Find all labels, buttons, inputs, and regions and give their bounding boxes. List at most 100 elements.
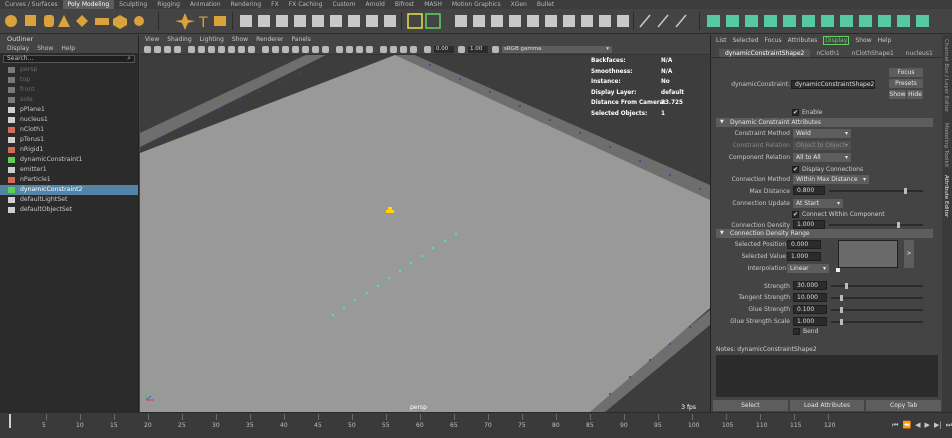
hide-button[interactable]: Hide xyxy=(907,90,923,99)
outliner-menu-display[interactable]: Display xyxy=(7,44,29,53)
resolution-gate-icon[interactable] xyxy=(208,46,215,53)
slider-knob[interactable] xyxy=(904,188,907,194)
node-name-field[interactable]: dynamicConstraintShape2 xyxy=(791,80,875,89)
ae-menu-focus[interactable]: Focus xyxy=(765,35,782,46)
screen-space-ao-icon[interactable] xyxy=(336,46,343,53)
outliner-item[interactable]: front xyxy=(0,85,138,95)
connection-density-field[interactable]: 1.000 xyxy=(793,220,825,229)
viewport-menu-renderer[interactable]: Renderer xyxy=(256,35,283,44)
step-back-key-icon[interactable]: ⏪ xyxy=(902,421,911,431)
viewport-menu-shading[interactable]: Shading xyxy=(167,35,191,44)
show-button[interactable]: Show xyxy=(889,90,906,99)
outliner-menu-help[interactable]: Help xyxy=(61,44,75,53)
constraint-relation-dropdown[interactable]: Object to Object xyxy=(793,141,851,150)
outliner-item[interactable]: nCloth1 xyxy=(0,125,138,135)
section-connection-density-range[interactable]: Connection Density Range xyxy=(716,229,933,238)
outliner-item[interactable]: nucleus1 xyxy=(0,115,138,125)
ramp-expand-button[interactable]: > xyxy=(904,240,914,268)
play-forward-icon[interactable]: ▶ xyxy=(925,421,930,431)
outliner-item[interactable]: nParticle1 xyxy=(0,175,138,185)
bend-checkbox[interactable] xyxy=(793,328,800,335)
outliner-menu-show[interactable]: Show xyxy=(37,44,53,53)
grid-icon[interactable] xyxy=(188,46,195,53)
outliner-search-input[interactable]: Search... ⌕ xyxy=(3,54,135,63)
outliner-item[interactable]: nRigid1 xyxy=(0,145,138,155)
tab-modeling-toolkit[interactable]: Modeling Toolkit xyxy=(943,123,949,167)
connection-update-dropdown[interactable]: At Start xyxy=(793,199,843,208)
tab-channel-box[interactable]: Channel Box / Layer Editor xyxy=(943,39,949,112)
step-back-frame-icon[interactable]: ◀ xyxy=(915,421,920,431)
strength-field[interactable]: 30.000 xyxy=(793,281,827,290)
ae-menu-help[interactable]: Help xyxy=(878,35,892,46)
exposure-field[interactable]: 0.00 xyxy=(434,46,454,53)
safe-action-icon[interactable] xyxy=(238,46,245,53)
go-to-start-icon[interactable]: ⏮ xyxy=(892,421,898,431)
outliner-item[interactable]: top xyxy=(0,75,138,85)
tab-ncloth[interactable]: nCloth1 xyxy=(810,49,845,57)
shelf-tab-arnold[interactable]: Arnold xyxy=(360,0,389,9)
shadows-icon[interactable] xyxy=(322,46,329,53)
use-lights-icon[interactable] xyxy=(312,46,319,53)
bookmarks-icon[interactable] xyxy=(164,46,171,53)
ramp-handle[interactable] xyxy=(836,268,840,272)
shelf-tab-animation[interactable]: Animation xyxy=(185,0,226,9)
step-forward-frame-icon[interactable]: ▶| xyxy=(934,421,942,431)
time-slider[interactable]: 5 10 15 20 25 30 35 40 45 50 55 60 65 70 75 80 85 90 95 100… xyxy=(0,412,952,438)
camera-attributes-icon[interactable] xyxy=(154,46,161,53)
connect-within-component-checkbox[interactable]: ✔ xyxy=(792,211,799,218)
search-icon[interactable]: ⌕ xyxy=(127,54,131,63)
safe-title-icon[interactable] xyxy=(248,46,255,53)
outliner-item[interactable]: defaultObjectSet xyxy=(0,205,138,215)
shelf-tab-motion-graphics[interactable]: Motion Graphics xyxy=(447,0,506,9)
ae-menu-list[interactable]: List xyxy=(716,35,727,46)
outliner-item[interactable]: persp xyxy=(0,65,138,75)
section-dynamic-constraint-attributes[interactable]: Dynamic Constraint Attributes xyxy=(716,118,933,127)
textured-icon[interactable] xyxy=(302,46,309,53)
viewport-menu-panels[interactable]: Panels xyxy=(291,35,310,44)
ae-menu-show[interactable]: Show xyxy=(855,35,871,46)
connection-method-dropdown[interactable]: Within Max Distance xyxy=(793,175,869,184)
tab-dynamic-constraint-shape[interactable]: dynamicConstraintShape2 xyxy=(719,49,811,57)
selected-position-field[interactable]: 0.000 xyxy=(787,240,821,249)
image-plane-icon[interactable] xyxy=(174,46,181,53)
slider-knob[interactable] xyxy=(845,283,848,289)
viewport-menu-view[interactable]: View xyxy=(145,35,159,44)
slider-knob[interactable] xyxy=(897,222,900,228)
shelf-tab-bullet[interactable]: Bullet xyxy=(532,0,559,9)
focus-button[interactable]: Focus xyxy=(889,68,923,77)
interpolation-dropdown[interactable]: Linear xyxy=(787,264,829,273)
ae-menu-display[interactable]: Display xyxy=(823,36,850,45)
density-ramp-graph[interactable] xyxy=(838,240,898,268)
wireframe-on-shaded-icon[interactable] xyxy=(292,46,299,53)
shelf-tab-fx-caching[interactable]: FX Caching xyxy=(284,0,328,9)
shelf-tab-poly-modeling[interactable]: Poly Modeling xyxy=(62,0,115,9)
enable-checkbox[interactable]: ✔ xyxy=(792,109,799,116)
ae-menu-attributes[interactable]: Attributes xyxy=(788,35,818,46)
tangent-strength-field[interactable]: 10.000 xyxy=(793,293,827,302)
shelf-tab-rendering[interactable]: Rendering xyxy=(226,0,267,9)
default-material-icon[interactable] xyxy=(282,46,289,53)
constraint-method-dropdown[interactable]: Weld xyxy=(793,129,851,138)
outliner-item[interactable]: side xyxy=(0,95,138,105)
load-attributes-button[interactable]: Load Attributes xyxy=(789,400,865,411)
glue-strength-scale-field[interactable]: 1.000 xyxy=(793,317,827,326)
anti-aliasing-icon[interactable] xyxy=(356,46,363,53)
shelf-tab-curves-surfaces[interactable]: Curves / Surfaces xyxy=(0,0,63,9)
outliner-item[interactable]: dynamicConstraint1 xyxy=(0,155,138,165)
shelf-tab-fx[interactable]: FX xyxy=(266,0,284,9)
current-time-marker[interactable] xyxy=(9,414,11,428)
glue-strength-field[interactable]: 0.100 xyxy=(793,305,827,314)
field-chart-icon[interactable] xyxy=(228,46,235,53)
xray-joints-icon[interactable] xyxy=(400,46,407,53)
wireframe-icon[interactable] xyxy=(262,46,269,53)
display-connections-checkbox[interactable]: ✔ xyxy=(792,166,799,173)
viewport-3d[interactable]: Backfaces: N/A Smoothness: N/A Instance: No Di… xyxy=(140,55,710,412)
viewport-menu-show[interactable]: Show xyxy=(232,35,248,44)
isolate-select-icon[interactable] xyxy=(380,46,387,53)
smooth-shade-icon[interactable] xyxy=(272,46,279,53)
outliner-item[interactable]: emitter1 xyxy=(0,165,138,175)
shelf-tab-custom[interactable]: Custom xyxy=(327,0,360,9)
select-camera-icon[interactable] xyxy=(144,46,151,53)
selected-value-field[interactable]: 1.000 xyxy=(787,252,821,261)
motion-blur-icon[interactable] xyxy=(346,46,353,53)
